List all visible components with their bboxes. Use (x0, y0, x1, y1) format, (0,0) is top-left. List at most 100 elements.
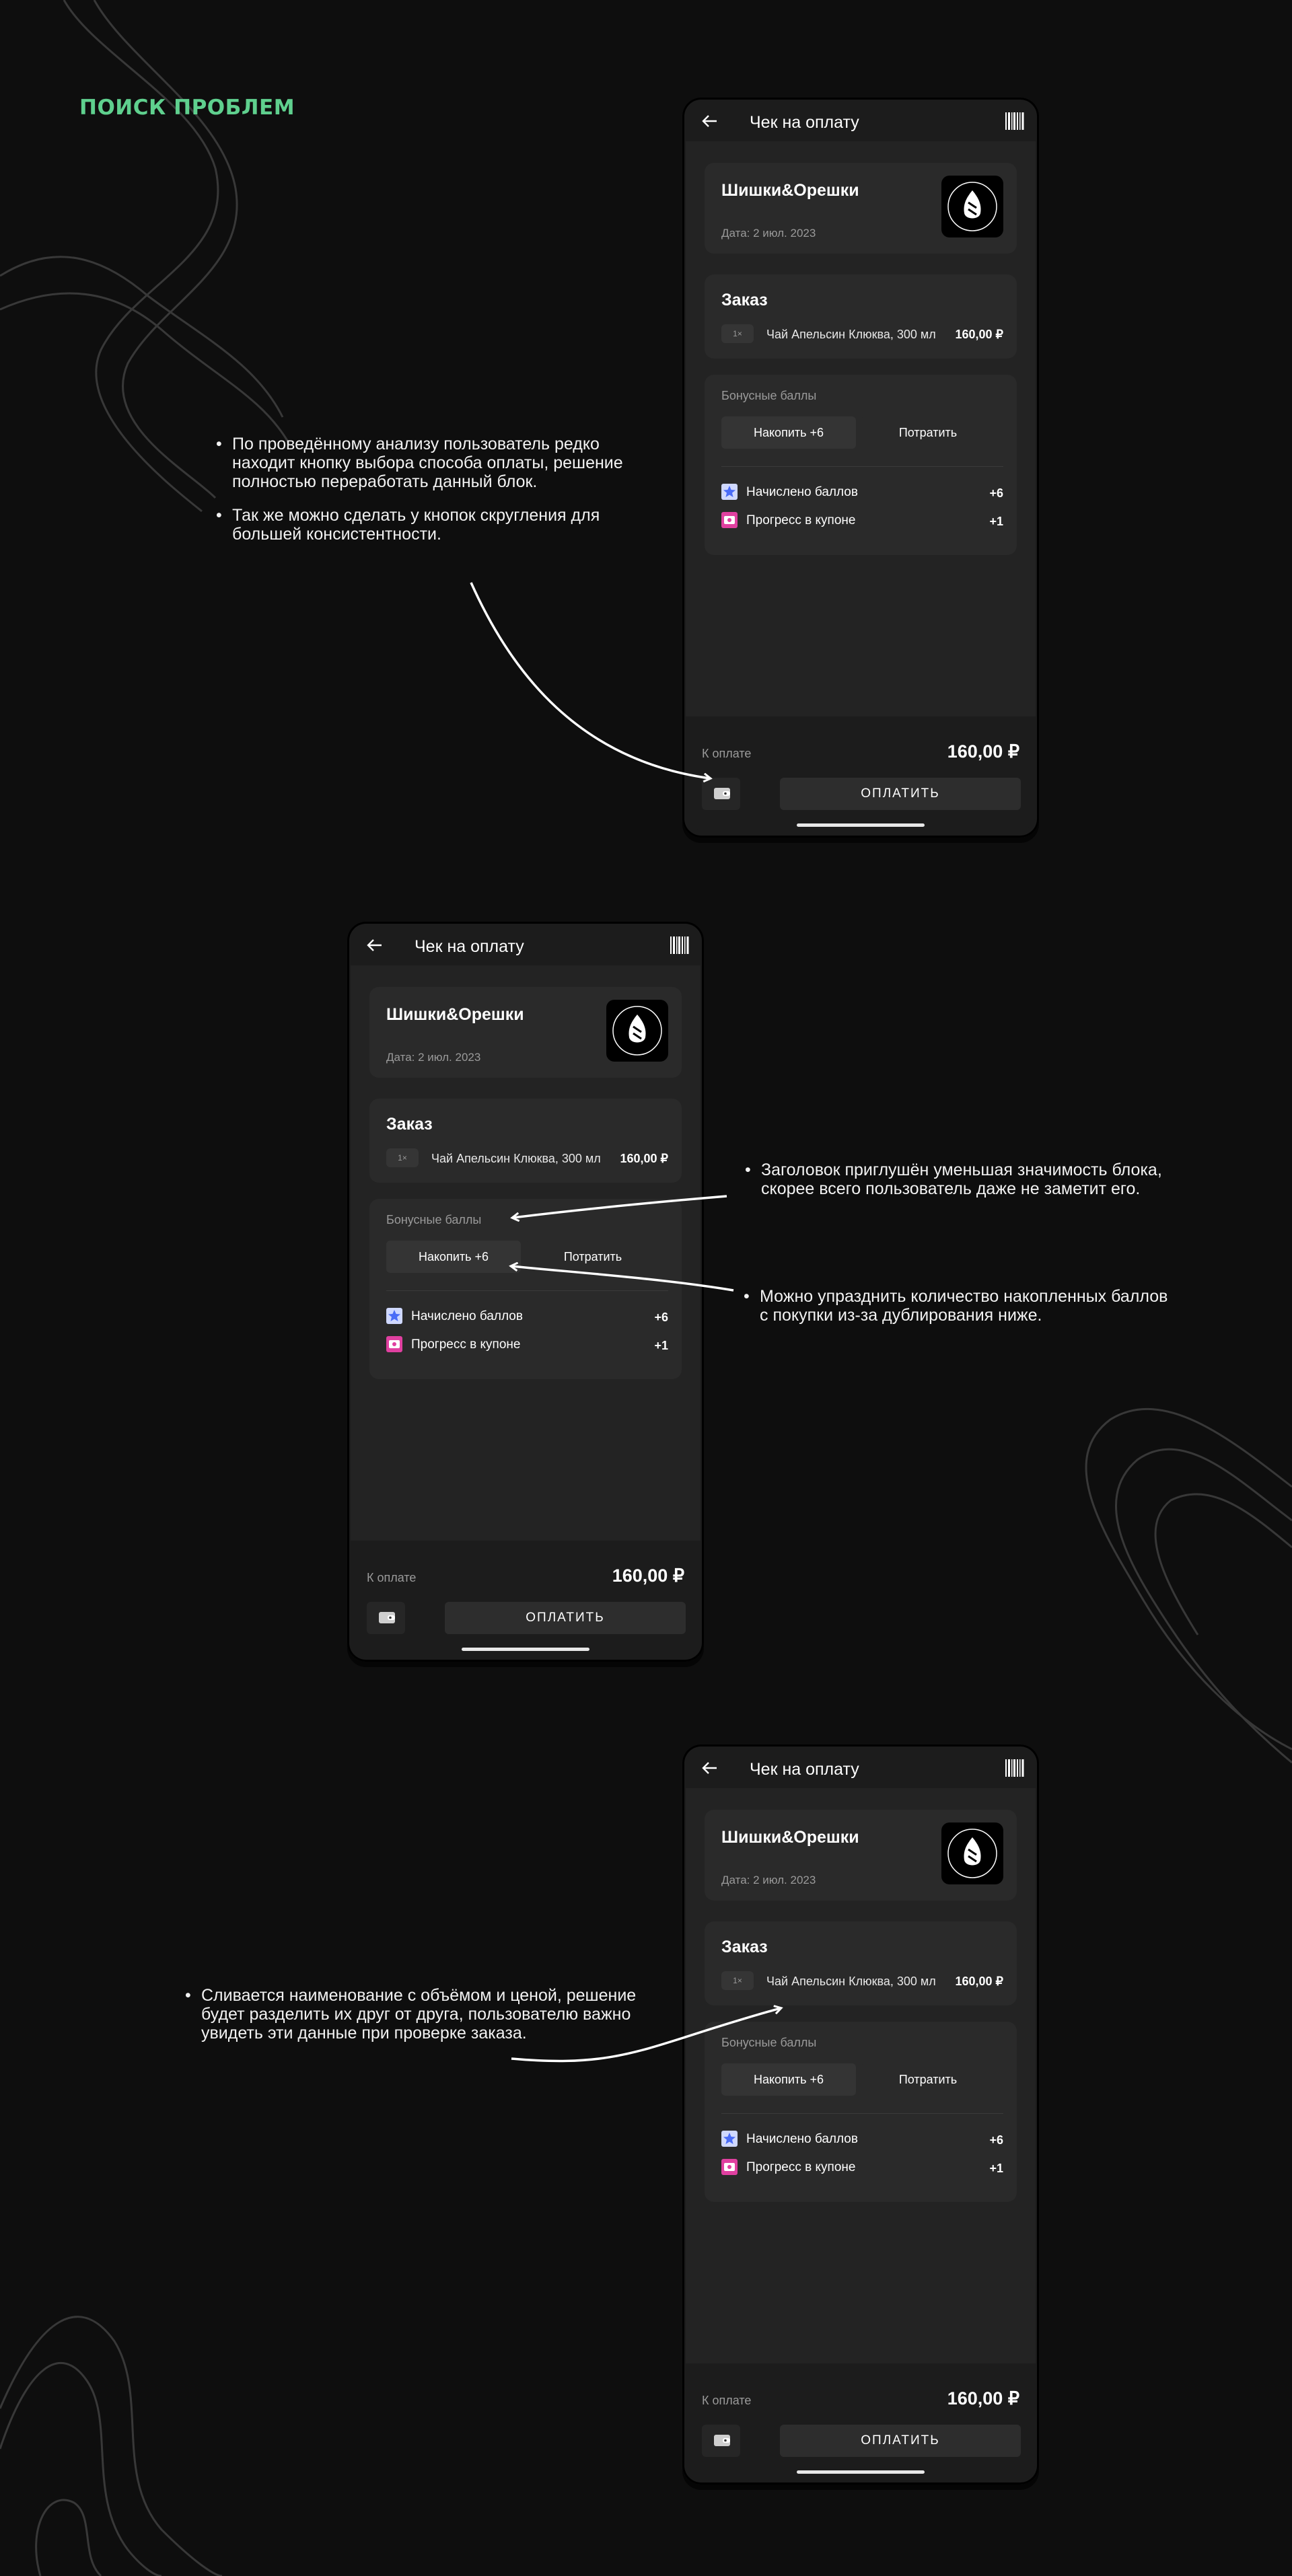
star-icon (721, 2131, 738, 2147)
coupon-value: +1 (654, 1339, 668, 1352)
shop-name: Шишки&Орешки (721, 1828, 859, 1847)
coupon-progress-row: Прогресс в купоне +1 (386, 1336, 668, 1354)
bonus-title: Бонусные баллы (386, 1213, 482, 1226)
shop-name: Шишки&Орешки (721, 181, 859, 200)
note-item: Так же можно сделать у кнопок скругления… (213, 506, 644, 544)
phone-receipt-3: Чек на оплату Шишки&Орешки Дата: 2 июл. … (682, 1744, 1039, 2485)
pay-total: 160,00 ₽ (612, 1566, 684, 1586)
pay-label: К оплате (702, 2394, 752, 2407)
item-price: 160,00 ₽ (955, 328, 1003, 341)
accrued-label: Начислено баллов (411, 1309, 523, 1323)
screen: Чек на оплату Шишки&Орешки Дата: 2 июл. … (686, 1748, 1036, 2476)
accrued-label: Начислено баллов (746, 485, 858, 499)
order-title: Заказ (721, 1938, 768, 1956)
item-name: Чай Апельсин Клюква, 300 мл (431, 1152, 601, 1165)
coupon-icon (721, 512, 738, 528)
shop-date: Дата: 2 июл. 2023 (721, 1874, 816, 1886)
pay-button[interactable]: ОПЛАТИТЬ (445, 1602, 686, 1634)
divider (721, 2113, 1003, 2114)
shop-logo-icon (941, 176, 1003, 237)
shop-logo-icon (606, 1000, 668, 1062)
item-price: 160,00 ₽ (955, 1975, 1003, 1988)
payment-panel: К оплате 160,00 ₽ ОПЛАТИТЬ (686, 2363, 1036, 2476)
accrued-value: +6 (654, 1311, 668, 1324)
accrue-points-button[interactable]: Накопить +6 (386, 1241, 521, 1273)
back-arrow-icon[interactable] (701, 1759, 719, 1777)
accrued-points-row: Начислено баллов +6 (721, 2131, 1003, 2148)
spend-points-button[interactable]: Потратить (861, 2063, 995, 2096)
shop-logo-icon (941, 1823, 1003, 1884)
note-item: По проведённому анализу пользователь ред… (213, 435, 644, 491)
header-title: Чек на оплату (750, 113, 859, 132)
order-card: Заказ 1× Чай Апельсин Клюква, 300 мл 160… (705, 274, 1017, 359)
pay-label: К оплате (702, 747, 752, 760)
bonus-card: Бонусные баллы Накопить +6 Потратить Нач… (369, 1199, 682, 1379)
coupon-label: Прогресс в купоне (746, 2160, 856, 2174)
accrued-points-row: Начислено баллов +6 (386, 1308, 668, 1325)
quantity-badge: 1× (386, 1148, 419, 1167)
back-arrow-icon[interactable] (365, 936, 384, 955)
star-icon (721, 484, 738, 500)
spend-points-button[interactable]: Потратить (526, 1241, 660, 1273)
accrued-value: +6 (989, 2133, 1003, 2147)
shop-date: Дата: 2 июл. 2023 (721, 227, 816, 240)
barcode-icon[interactable] (1005, 111, 1025, 131)
divider (386, 1290, 668, 1291)
coupon-icon (386, 1336, 402, 1352)
shop-date: Дата: 2 июл. 2023 (386, 1051, 481, 1064)
order-card: Заказ 1× Чай Апельсин Клюква, 300 мл 160… (705, 1921, 1017, 2005)
coupon-icon (721, 2159, 738, 2175)
wallet-icon (379, 1612, 395, 1623)
note-list-payment: По проведённому анализу пользователь ред… (213, 435, 644, 558)
bonus-title: Бонусные баллы (721, 2036, 817, 2049)
note-item: Заголовок приглушён уменьшая значимость … (742, 1161, 1213, 1198)
app-header: Чек на оплату (351, 925, 701, 965)
item-price: 160,00 ₽ (620, 1152, 668, 1165)
shop-card: Шишки&Орешки Дата: 2 июл. 2023 (705, 163, 1017, 254)
accrue-points-button[interactable]: Накопить +6 (721, 416, 856, 449)
shop-name: Шишки&Орешки (386, 1005, 524, 1024)
divider (721, 466, 1003, 467)
header-title: Чек на оплату (750, 1760, 859, 1779)
pay-label: К оплате (367, 1571, 417, 1584)
bonus-title: Бонусные баллы (721, 389, 817, 402)
payment-method-button[interactable] (702, 2425, 740, 2457)
header-title: Чек на оплату (415, 937, 524, 956)
barcode-icon[interactable] (1005, 1758, 1025, 1778)
coupon-progress-row: Прогресс в купоне +1 (721, 2159, 1003, 2176)
payment-panel: К оплате 160,00 ₽ ОПЛАТИТЬ (351, 1541, 701, 1654)
bonus-card: Бонусные баллы Накопить +6 Потратить Нач… (705, 2022, 1017, 2202)
home-indicator (797, 2470, 925, 2474)
star-icon (386, 1308, 402, 1324)
note-item: Сливается наименование с объёмом и ценой… (182, 1986, 667, 2043)
note-list-bonus-accrue: Можно упразднить количество накопленных … (741, 1287, 1172, 1339)
barcode-icon[interactable] (670, 935, 690, 955)
coupon-progress-row: Прогресс в купоне +1 (721, 512, 1003, 529)
order-title: Заказ (386, 1115, 433, 1134)
accrue-points-button[interactable]: Накопить +6 (721, 2063, 856, 2096)
app-header: Чек на оплату (686, 101, 1036, 141)
pay-button[interactable]: ОПЛАТИТЬ (780, 778, 1021, 810)
coupon-value: +1 (989, 515, 1003, 528)
payment-method-button[interactable] (702, 778, 740, 810)
note-item: Можно упразднить количество накопленных … (741, 1287, 1172, 1325)
accrued-points-row: Начислено баллов +6 (721, 484, 1003, 501)
payment-method-button[interactable] (367, 1602, 405, 1634)
coupon-value: +1 (989, 2162, 1003, 2175)
screen: Чек на оплату Шишки&Орешки Дата: 2 июл. … (686, 101, 1036, 830)
shop-card: Шишки&Орешки Дата: 2 июл. 2023 (705, 1810, 1017, 1901)
wallet-icon (714, 2435, 730, 2446)
quantity-badge: 1× (721, 1971, 754, 1990)
order-title: Заказ (721, 291, 768, 309)
accrued-value: +6 (989, 486, 1003, 500)
spend-points-button[interactable]: Потратить (861, 416, 995, 449)
home-indicator (797, 823, 925, 827)
back-arrow-icon[interactable] (701, 112, 719, 131)
wallet-icon (714, 788, 730, 799)
pay-button[interactable]: ОПЛАТИТЬ (780, 2425, 1021, 2457)
coupon-label: Прогресс в купоне (411, 1337, 521, 1352)
page-title: ПОИСК ПРОБЛЕМ (79, 96, 295, 120)
pay-total: 160,00 ₽ (947, 741, 1019, 762)
payment-panel: К оплате 160,00 ₽ ОПЛАТИТЬ (686, 716, 1036, 830)
pay-total: 160,00 ₽ (947, 2388, 1019, 2408)
